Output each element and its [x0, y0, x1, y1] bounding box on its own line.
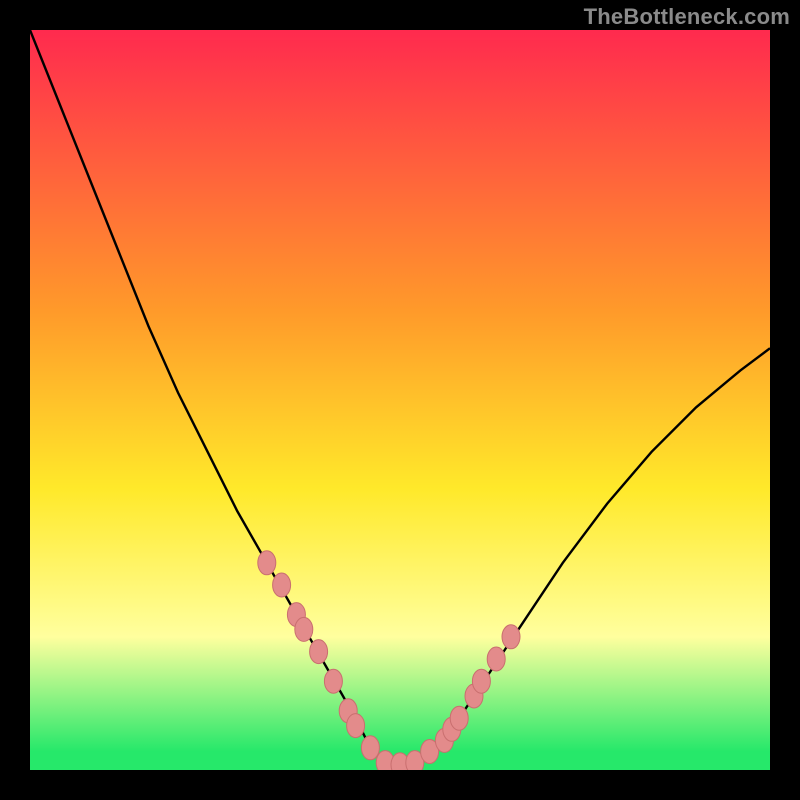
- marker-dot: [487, 647, 505, 671]
- marker-dot: [295, 617, 313, 641]
- marker-dot: [450, 706, 468, 730]
- plot-area: [30, 30, 770, 770]
- marker-dot: [347, 714, 365, 738]
- chart-stage: TheBottleneck.com: [0, 0, 800, 800]
- marker-dot: [361, 736, 379, 760]
- marker-dot: [472, 669, 490, 693]
- watermark-text: TheBottleneck.com: [584, 4, 790, 30]
- marker-dot: [310, 640, 328, 664]
- marker-dot: [273, 573, 291, 597]
- marker-dot: [324, 669, 342, 693]
- marker-dot: [258, 551, 276, 575]
- gradient-background: [30, 30, 770, 770]
- marker-dot: [502, 625, 520, 649]
- chart-svg: [30, 30, 770, 770]
